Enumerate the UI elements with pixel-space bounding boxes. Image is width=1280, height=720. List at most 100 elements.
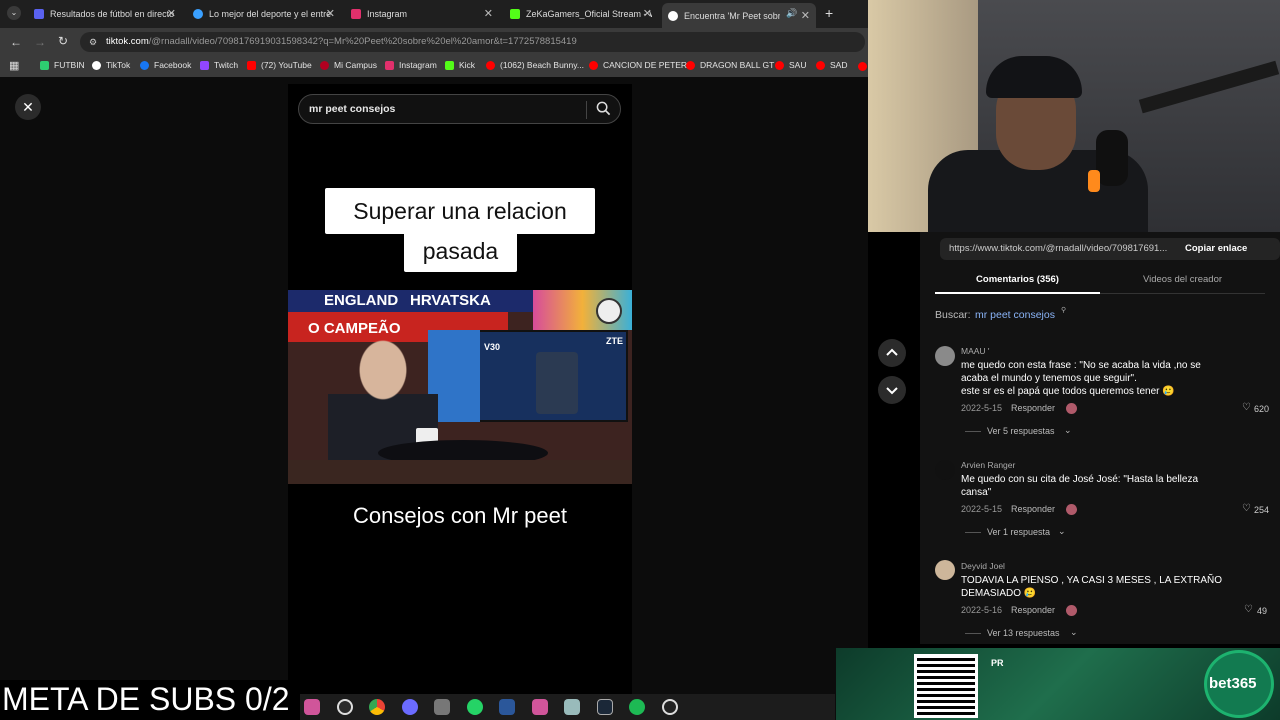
back-icon[interactable]: ← <box>10 35 22 49</box>
apps-grid-icon[interactable]: ▦ <box>9 59 19 72</box>
url-path: /@rnadall/video/7098176919031598342?q=Mr… <box>148 36 577 47</box>
browser-tab[interactable]: Resultados de fútbol en directo ✕ <box>34 4 176 24</box>
bookmark-label: FUTBIN <box>54 60 85 70</box>
comment-search-term[interactable]: mr peet consejos <box>975 309 1055 321</box>
bookmark-twitch[interactable]: Twitch <box>200 60 238 70</box>
comment-text-line: me quedo con esta frase : "No se acaba l… <box>961 360 1201 371</box>
bookmark-kick[interactable]: Kick <box>445 60 475 70</box>
creator-liked-icon <box>1066 504 1077 515</box>
copy-link-url: https://www.tiktok.com/@rnadall/video/70… <box>949 243 1168 254</box>
close-tab-icon[interactable]: ✕ <box>643 7 652 20</box>
bookmark-facebook[interactable]: Facebook <box>140 60 191 70</box>
bookmark-mi-campus[interactable]: Mi Campus <box>320 60 377 70</box>
bookmark-futbin[interactable]: FUTBIN <box>40 60 85 70</box>
bookmark-instagram[interactable]: Instagram <box>385 60 437 70</box>
comments-panel: https://www.tiktok.com/@rnadall/video/70… <box>920 232 1280 644</box>
tiktok-icon <box>92 60 101 70</box>
bookmark-cancion-de-peter[interactable]: CANCION DE PETER <box>589 60 687 70</box>
spotify-icon[interactable] <box>629 699 645 715</box>
tab-creator-videos[interactable]: Videos del creador <box>1100 274 1265 285</box>
site-info-icon[interactable]: ⚙ <box>89 32 97 52</box>
subs-goal-text: META DE SUBS 0/2 <box>2 681 290 717</box>
chrome-icon[interactable] <box>369 699 385 715</box>
bookmark-tiktok[interactable]: TikTok <box>92 60 130 70</box>
tab-comments[interactable]: Comentarios (356) <box>935 274 1100 285</box>
url-field[interactable]: ⚙ tiktok.com/@rnadall/video/709817691903… <box>80 32 865 52</box>
steam-icon[interactable] <box>597 699 613 715</box>
new-tab-button[interactable]: + <box>825 5 833 21</box>
close-tab-icon[interactable]: ✕ <box>484 7 493 20</box>
app-icon[interactable] <box>304 699 320 715</box>
like-heart-icon[interactable]: ♡ <box>1242 503 1251 514</box>
bookmark-sad[interactable]: SAD <box>816 60 847 70</box>
tab-search-chevron-icon[interactable]: ⌄ <box>7 6 21 20</box>
comment-username[interactable]: Arvien Ranger <box>961 460 1015 470</box>
search-input[interactable]: mr peet consejos <box>298 94 621 124</box>
avatar[interactable] <box>935 460 955 480</box>
whatsapp-icon[interactable] <box>467 699 483 715</box>
app-icon[interactable] <box>564 699 580 715</box>
forward-icon[interactable]: → <box>34 35 46 49</box>
instagram-icon <box>385 60 394 70</box>
copy-link-button[interactable]: Copiar enlace <box>1185 243 1247 254</box>
reply-button[interactable]: Responder <box>1011 403 1055 413</box>
replies-rule <box>965 633 981 634</box>
creator-liked-icon <box>1066 605 1077 616</box>
comment-username[interactable]: MAAU ' <box>961 346 990 356</box>
replies-rule <box>965 431 981 432</box>
like-heart-icon[interactable]: ♡ <box>1244 604 1253 615</box>
chevron-down-icon[interactable]: ⌄ <box>1064 425 1072 436</box>
close-video-button[interactable]: ✕ <box>15 94 41 120</box>
close-tab-icon[interactable]: ✕ <box>167 7 176 20</box>
comment-text-line: Me quedo con su cita de José José: "Hast… <box>961 474 1199 485</box>
app-icon[interactable] <box>662 699 678 715</box>
bookmark-dragon-ball-gt[interactable]: DRAGON BALL GT <box>686 60 774 70</box>
bookmark-label: Mi Campus <box>334 60 377 70</box>
bookmark-beach-bunny[interactable]: (1062) Beach Bunny... <box>486 60 584 70</box>
avatar[interactable] <box>935 346 955 366</box>
bookmark-label: SAU <box>789 60 807 70</box>
bookmark-sau[interactable]: SAU <box>775 60 806 70</box>
bookmark-label: CANCION DE PETER <box>603 60 688 70</box>
webcam-overlay <box>868 0 1280 232</box>
reply-button[interactable]: Responder <box>1011 605 1055 615</box>
browser-tab[interactable]: Instagram ✕ <box>351 4 493 24</box>
view-replies-button[interactable]: Ver 5 respuestas <box>987 426 1055 436</box>
reload-icon[interactable]: ↻ <box>58 34 68 48</box>
view-replies-button[interactable]: Ver 13 respuestas <box>987 628 1060 638</box>
previous-video-button[interactable] <box>878 339 906 367</box>
bookmark-youtube[interactable]: (72) YouTube <box>247 60 312 70</box>
browser-tab[interactable]: Lo mejor del deporte y el entre ✕ <box>193 4 335 24</box>
comment-text-line: este sr es el papá que todos queremos te… <box>961 386 1175 397</box>
word-icon[interactable] <box>499 699 515 715</box>
youtube-icon <box>775 60 784 70</box>
chevron-down-icon[interactable]: ⌄ <box>1058 526 1066 537</box>
calculator-icon[interactable] <box>434 699 450 715</box>
app-icon[interactable] <box>532 699 548 715</box>
close-tab-icon[interactable]: ✕ <box>326 7 335 20</box>
comment-item: Deyvid Joel TODAVIA LA PIENSO , YA CASI … <box>920 557 1280 641</box>
chevron-down-icon[interactable]: ⌄ <box>1070 627 1078 638</box>
reply-button[interactable]: Responder <box>1011 504 1055 514</box>
comment-date: 2022-5-15 <box>961 504 1003 514</box>
browser-tab-active[interactable]: Encuentra 'Mr Peet sobre el 🔊 ✕ <box>662 3 816 28</box>
close-tab-icon[interactable]: ✕ <box>801 9 810 22</box>
bookmark-label: Instagram <box>399 60 437 70</box>
app-icon[interactable] <box>402 699 418 715</box>
scene-banner-text: HRVATSKA <box>410 292 491 309</box>
comment-text-line: acaba el mundo y tenemos que seguir". <box>961 373 1137 384</box>
obs-icon[interactable] <box>337 699 353 715</box>
next-video-button[interactable] <box>878 376 906 404</box>
browser-tab[interactable]: ZeKaGamers_Oficial Stream - W ✕ <box>510 4 652 24</box>
address-toolbar: ← → ↻ ⚙ tiktok.com/@rnadall/video/709817… <box>0 28 868 56</box>
comment-item: Arvien Ranger Me quedo con su cita de Jo… <box>920 456 1280 540</box>
youtube-icon <box>816 60 825 70</box>
comment-username[interactable]: Deyvid Joel <box>961 561 1005 571</box>
like-heart-icon[interactable]: ♡ <box>1242 402 1251 413</box>
search-icon[interactable] <box>596 101 611 121</box>
avatar[interactable] <box>935 560 955 580</box>
speaker-icon[interactable]: 🔊 <box>786 8 797 19</box>
youtube-icon[interactable] <box>858 62 867 71</box>
view-replies-button[interactable]: Ver 1 respuesta <box>987 527 1050 537</box>
video-frame-scene: ENGLAND HRVATSKA O CAMPEÃO ZTE V30 <box>288 290 632 484</box>
